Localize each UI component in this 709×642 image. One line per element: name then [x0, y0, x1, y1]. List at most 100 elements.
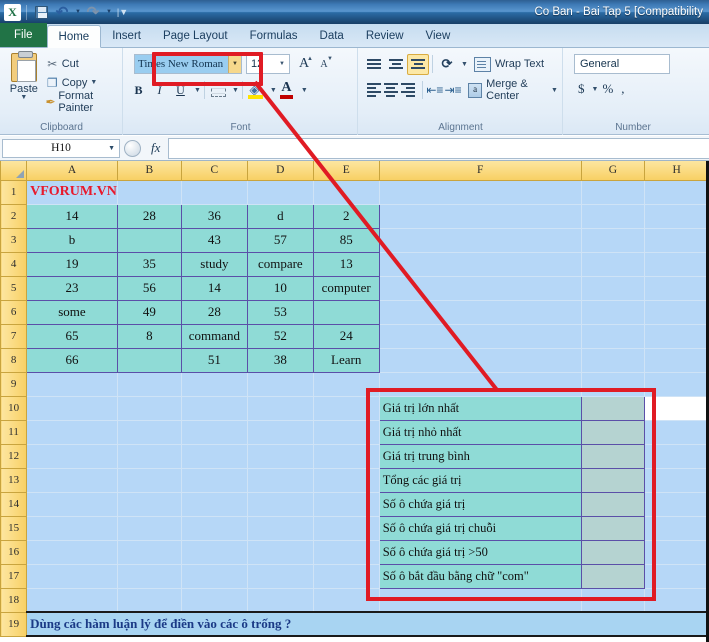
row-header-1[interactable]: 1 [0, 179, 28, 205]
tab-review[interactable]: Review [355, 24, 415, 47]
data-cell-B4[interactable]: 35 [116, 251, 182, 277]
data-cell-C2[interactable]: 36 [180, 203, 248, 229]
cell-F8[interactable] [379, 348, 582, 373]
cell-H16[interactable] [644, 540, 709, 565]
data-cell-A5[interactable]: 23 [26, 275, 118, 301]
top-align-icon[interactable] [363, 54, 385, 75]
data-cell-E5[interactable]: computer [312, 275, 380, 301]
tab-formulas[interactable]: Formulas [239, 24, 309, 47]
cell-B18[interactable] [117, 588, 182, 613]
cell-C10[interactable] [181, 396, 248, 421]
row-header-6[interactable]: 6 [0, 299, 28, 325]
answer-cell-G14[interactable] [580, 491, 646, 517]
cell-C9[interactable] [181, 372, 248, 397]
cell-H8[interactable] [644, 348, 709, 373]
data-cell-E4[interactable]: 13 [312, 251, 380, 277]
cell-A13[interactable] [26, 468, 118, 493]
name-box-dropdown-icon[interactable]: ▼ [108, 144, 115, 152]
cell-E18[interactable] [313, 588, 380, 613]
align-right-icon[interactable] [400, 80, 419, 101]
cell-C13[interactable] [181, 468, 248, 493]
format-painter-button[interactable]: ✒ Format Painter [43, 90, 118, 114]
save-icon[interactable] [32, 3, 50, 21]
data-cell-B5[interactable]: 56 [116, 275, 182, 301]
cell-F9[interactable] [379, 372, 582, 397]
cell-F1[interactable] [379, 180, 582, 205]
data-cell-A2[interactable]: 14 [26, 203, 118, 229]
data-cell-E7[interactable]: 24 [312, 323, 380, 349]
data-cell-E2[interactable]: 2 [312, 203, 380, 229]
cell-H14[interactable] [644, 492, 709, 517]
cell-A11[interactable] [26, 420, 118, 445]
cell-G2[interactable] [581, 204, 646, 229]
tab-file[interactable]: File [0, 23, 47, 47]
select-all-corner[interactable] [0, 161, 28, 181]
data-cell-D5[interactable]: 10 [246, 275, 314, 301]
cell-H18[interactable] [644, 588, 709, 613]
cell-C11[interactable] [181, 420, 248, 445]
cell-A15[interactable] [26, 516, 118, 541]
data-cell-C3[interactable]: 43 [180, 227, 248, 253]
comma-button[interactable]: , [617, 79, 628, 99]
cell-G4[interactable] [581, 252, 646, 277]
cell-F3[interactable] [379, 228, 582, 253]
fill-color-icon[interactable]: ◈ [246, 80, 267, 101]
column-header-b[interactable]: B [116, 161, 182, 181]
label-cell-F16[interactable]: Số ô chứa giá trị >50 [378, 539, 582, 565]
answer-cell-G16[interactable] [580, 539, 646, 565]
data-cell-D7[interactable]: 52 [246, 323, 314, 349]
answer-cell-G11[interactable] [580, 419, 646, 445]
data-cell-B6[interactable]: 49 [116, 299, 182, 325]
fill-color-dropdown-icon[interactable]: ▼ [270, 87, 277, 94]
percent-button[interactable]: % [598, 79, 617, 99]
cell-H9[interactable] [644, 372, 709, 397]
column-header-e[interactable]: E [312, 161, 380, 181]
orientation-dropdown-icon[interactable]: ▼ [461, 61, 468, 68]
active-cell-H10[interactable] [644, 396, 709, 421]
label-cell-F14[interactable]: Số ô chứa giá trị [378, 491, 582, 517]
cut-button[interactable]: ✂ Cut [43, 54, 118, 73]
borders-dropdown-icon[interactable]: ▼ [232, 87, 239, 94]
data-cell-E6[interactable] [312, 299, 380, 325]
cell-H15[interactable] [644, 516, 709, 541]
data-cell-C6[interactable]: 28 [180, 299, 248, 325]
orientation-icon[interactable]: ⟳ [436, 54, 458, 75]
bottom-align-icon[interactable] [407, 53, 429, 75]
font-color-dropdown-icon[interactable]: ▼ [301, 87, 308, 94]
cell-A14[interactable] [26, 492, 118, 517]
cell-D14[interactable] [247, 492, 314, 517]
wrap-text-button[interactable]: Wrap Text [473, 56, 544, 72]
cell-B16[interactable] [117, 540, 182, 565]
customize-qat-icon[interactable]: |▼ [117, 7, 128, 17]
answer-cell-G13[interactable] [580, 467, 646, 493]
tab-home[interactable]: Home [46, 25, 102, 48]
column-header-d[interactable]: D [246, 161, 314, 181]
row-header-8[interactable]: 8 [0, 347, 28, 373]
redo-dropdown-icon[interactable]: ▼ [106, 9, 112, 15]
font-size-box[interactable]: 12 ▼ [246, 54, 290, 74]
cell-F18[interactable] [379, 588, 582, 613]
cell-D1[interactable] [247, 180, 314, 205]
cell-H6[interactable] [644, 300, 709, 325]
cell-B14[interactable] [117, 492, 182, 517]
label-cell-F10[interactable]: Giá trị lớn nhất [378, 395, 582, 421]
cell-D9[interactable] [247, 372, 314, 397]
answer-cell-G15[interactable] [580, 515, 646, 541]
bottom-note-cell[interactable]: Dùng các hàm luận lý để điền vào các ô t… [26, 611, 582, 637]
cell-E11[interactable] [313, 420, 380, 445]
font-name-value[interactable]: Times New Roman [135, 55, 228, 73]
row-header-2[interactable]: 2 [0, 203, 28, 229]
cell-B15[interactable] [117, 516, 182, 541]
data-cell-C7[interactable]: command [180, 323, 248, 349]
data-cell-B8[interactable] [116, 347, 182, 373]
row-header-19[interactable]: 19 [0, 611, 28, 637]
cell-B12[interactable] [117, 444, 182, 469]
tab-page-layout[interactable]: Page Layout [152, 24, 239, 47]
cell-H5[interactable] [644, 276, 709, 301]
cell-H19[interactable] [644, 611, 709, 637]
data-cell-E3[interactable]: 85 [312, 227, 380, 253]
cell-H2[interactable] [644, 204, 709, 229]
cell-H17[interactable] [644, 564, 709, 589]
cell-H11[interactable] [644, 420, 709, 445]
bold-button[interactable]: B [128, 80, 149, 101]
